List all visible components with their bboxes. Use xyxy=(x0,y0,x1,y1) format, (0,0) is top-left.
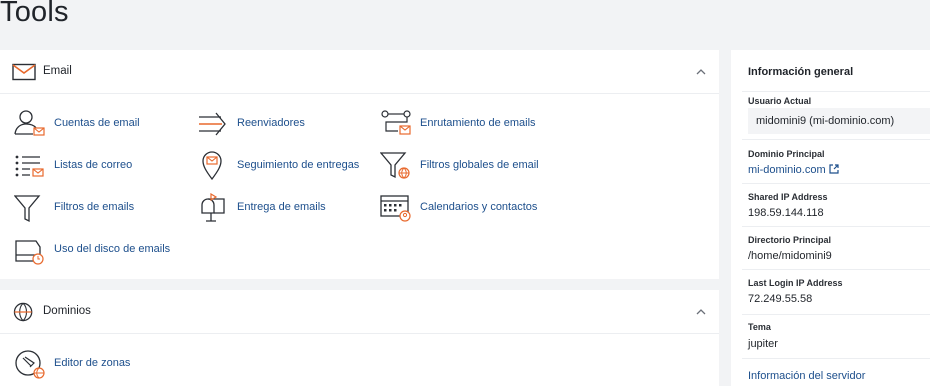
tool-label: Cuentas de email xyxy=(54,117,140,129)
tool-label: Seguimiento de entregas xyxy=(237,159,360,171)
dominios-panel-header[interactable]: Dominios xyxy=(0,290,719,334)
divider xyxy=(742,226,930,227)
tool-label: Uso del disco de emails xyxy=(54,243,171,255)
server-info-link[interactable]: Información del servidor xyxy=(748,370,865,382)
envelope-icon xyxy=(12,63,36,81)
last-login-label: Last Login IP Address xyxy=(748,278,843,288)
divider xyxy=(742,358,930,359)
chevron-up-icon[interactable] xyxy=(696,308,706,316)
dominios-panel-title: Dominios xyxy=(43,305,91,317)
shared-ip-label: Shared IP Address xyxy=(748,192,828,202)
tool-label: Reenviadores xyxy=(237,117,305,129)
tool-label: Filtros de emails xyxy=(54,201,135,213)
general-info-title: Información general xyxy=(748,66,854,78)
primary-domain-link[interactable]: mi-dominio.com xyxy=(748,164,826,176)
tool-label: Enrutamiento de emails xyxy=(420,117,536,129)
calendar-icon xyxy=(380,195,411,222)
email-panel: Email Cuentas de email Reenviadores Enru… xyxy=(0,50,719,279)
tool-label: Filtros globales de email xyxy=(420,159,539,171)
tool-label: Entrega de emails xyxy=(237,201,326,213)
chevron-up-icon[interactable] xyxy=(696,68,706,76)
current-user-label: Usuario Actual xyxy=(748,96,812,106)
user-mail-icon xyxy=(14,110,45,136)
mailbox-icon xyxy=(201,193,225,222)
tool-label: Listas de correo xyxy=(54,159,133,171)
dominios-panel: Dominios Editor de zonas xyxy=(0,290,719,386)
tool-label: Calendarios y contactos xyxy=(420,201,538,213)
home-dir-label: Directorio Principal xyxy=(748,235,832,245)
divider xyxy=(742,91,930,92)
divider xyxy=(742,139,930,140)
current-user-value: midomini9 (mi-dominio.com) xyxy=(756,115,895,127)
zone-editor-icon xyxy=(15,350,45,379)
shared-ip-value: 198.59.144.118 xyxy=(748,207,824,219)
disk-usage-icon xyxy=(15,240,44,265)
home-dir-value: /home/midomini9 xyxy=(748,250,832,262)
primary-domain-label: Dominio Principal xyxy=(748,149,825,159)
theme-value: jupiter xyxy=(748,338,778,350)
filter-icon xyxy=(14,195,41,223)
globe-icon xyxy=(13,302,33,322)
email-panel-header[interactable]: Email xyxy=(0,50,719,94)
primary-domain-row: mi-dominio.com xyxy=(748,164,839,176)
divider xyxy=(742,314,930,315)
divider xyxy=(742,183,930,184)
delivery-tracking-icon xyxy=(202,151,222,181)
external-link-icon[interactable] xyxy=(829,164,839,174)
tool-label: Editor de zonas xyxy=(54,357,131,369)
email-panel-title: Email xyxy=(43,65,72,77)
current-user-box: midomini9 (mi-dominio.com) xyxy=(748,108,930,134)
theme-label: Tema xyxy=(748,322,771,332)
global-filter-icon xyxy=(380,152,410,179)
last-login-value: 72.249.55.58 xyxy=(748,293,813,305)
general-info-panel: Información general Usuario Actual midom… xyxy=(731,50,930,386)
email-routing-icon xyxy=(381,110,411,135)
divider xyxy=(742,269,930,270)
forward-arrow-icon xyxy=(199,112,226,136)
page-title: Tools xyxy=(0,0,69,28)
mailing-list-icon xyxy=(15,155,44,177)
